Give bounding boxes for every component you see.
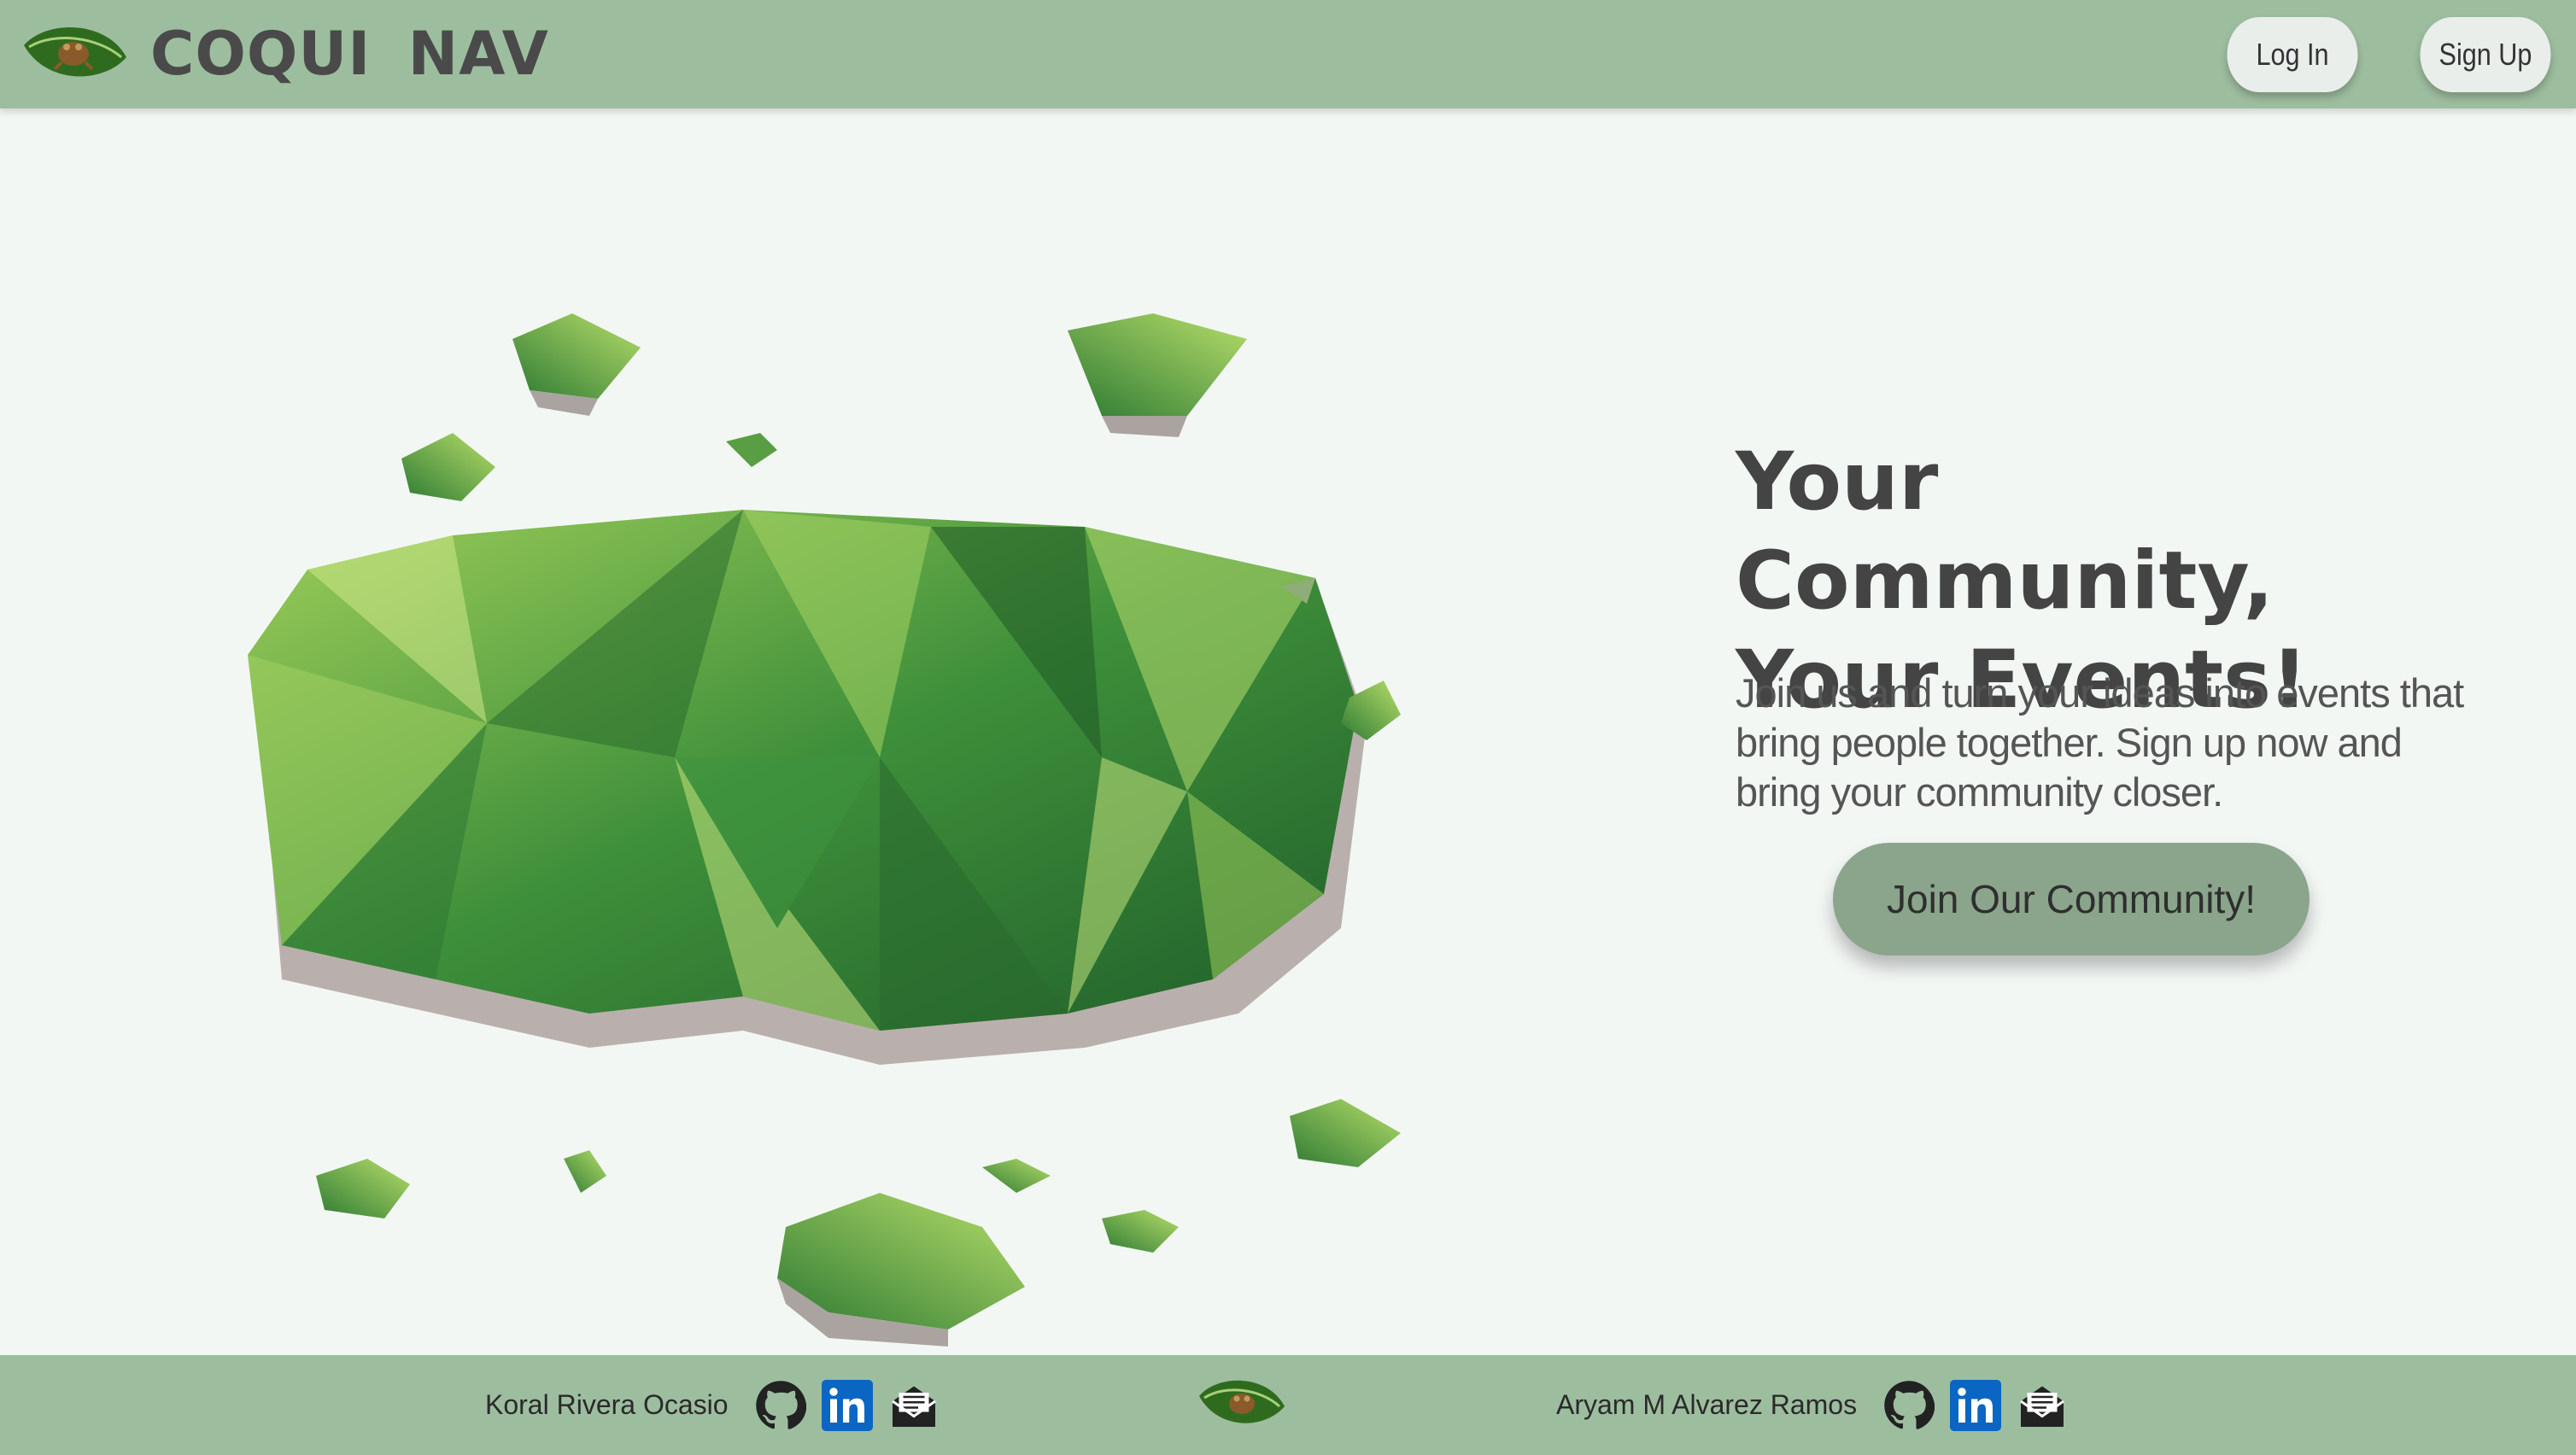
email-icon[interactable] <box>887 1379 940 1432</box>
github-icon[interactable] <box>1882 1379 1935 1432</box>
top-navbar: COQUI NAV Log In Sign Up <box>0 0 2576 108</box>
brand-name: COQUI NAV <box>150 19 549 89</box>
linkedin-icon[interactable] <box>1949 1379 2002 1432</box>
join-community-button[interactable]: Join Our Community! <box>1833 843 2310 955</box>
footer-credit-aryam: Aryam M Alvarez Ramos <box>1556 1355 2082 1455</box>
leaf-frog-logo-icon <box>24 27 126 77</box>
brand[interactable]: COQUI NAV <box>20 19 549 89</box>
email-icon[interactable] <box>2016 1379 2069 1432</box>
linkedin-icon[interactable] <box>821 1379 874 1432</box>
footer-credit-koral: Koral Rivera Ocasio <box>485 1355 954 1455</box>
login-button[interactable]: Log In <box>2227 17 2358 92</box>
hero-subtitle: Join us and turn your ideas into events … <box>1736 670 2464 815</box>
github-icon[interactable] <box>754 1379 807 1432</box>
author-name: Koral Rivera Ocasio <box>485 1389 729 1420</box>
signup-button[interactable]: Sign Up <box>2420 17 2551 92</box>
puerto-rico-island-illustration <box>248 313 1401 1347</box>
hero-title-line-1: Your Community, <box>1736 435 2274 628</box>
hero-section: Your Community, Your Events! Join us and… <box>0 108 2576 1355</box>
leaf-frog-footer-logo-icon <box>1199 1380 1285 1423</box>
author-name: Aryam M Alvarez Ramos <box>1556 1389 1858 1420</box>
footer: Koral Rivera Ocasio Aryam M Alvarez Ramo… <box>0 1355 2576 1455</box>
